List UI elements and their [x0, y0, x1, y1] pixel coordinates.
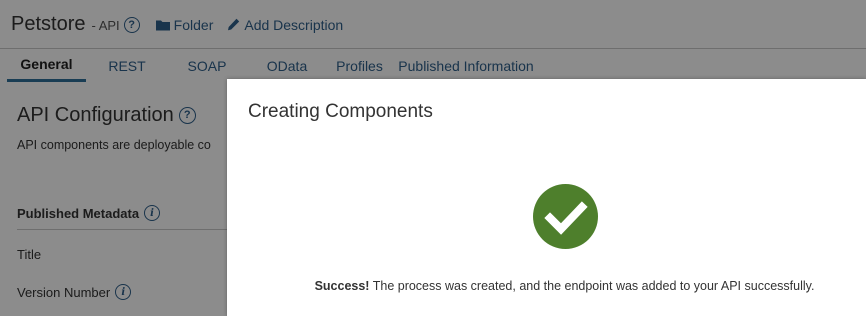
success-message-strong: Success! — [314, 279, 370, 293]
check-circle-icon — [533, 184, 598, 249]
creating-components-dialog: Creating Components Success! The process… — [227, 79, 866, 316]
success-message: Success! The process was created, and th… — [227, 279, 866, 293]
success-message-text: The process was created, and the endpoin… — [369, 279, 815, 293]
dialog-title: Creating Components — [248, 101, 433, 122]
